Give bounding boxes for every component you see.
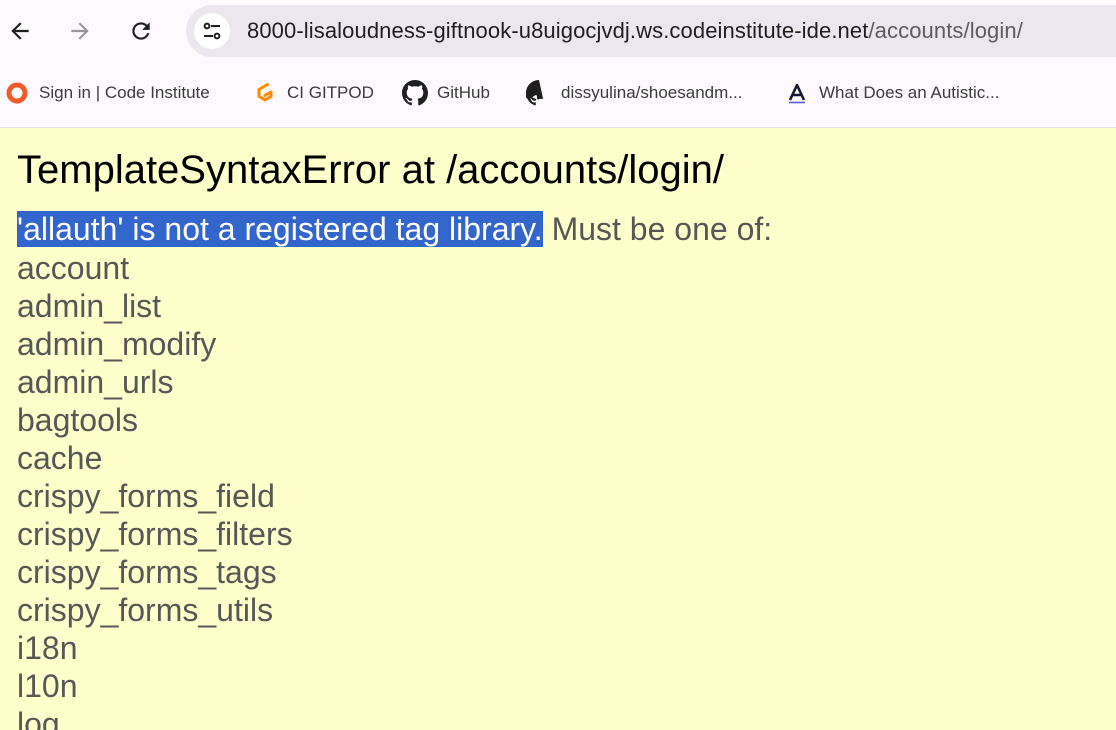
list-item: cache	[17, 440, 103, 476]
bookmark-label: GitHub	[437, 83, 490, 102]
bookmark-label: CI GITPOD	[287, 83, 374, 102]
bookmark-github[interactable]: GitHub	[402, 79, 490, 107]
browser-chrome: 8000-lisaloudness-giftnook-u8uigocjvdj.w…	[0, 0, 1116, 128]
list-item: admin_modify	[17, 326, 217, 362]
url-path: /accounts/login/	[868, 18, 1023, 43]
back-button[interactable]	[1, 12, 39, 50]
list-item: crispy_forms_utils	[17, 592, 274, 628]
bookmark-code-institute[interactable]: Sign in | Code Institute	[4, 79, 210, 107]
bookmarks-bar: Sign in | Code Institute CI GITPOD GitHu…	[0, 64, 1116, 122]
list-item: l10n	[17, 668, 78, 704]
list-item: account	[17, 250, 130, 286]
list-item: admin_list	[17, 288, 162, 324]
site-info-button[interactable]	[194, 13, 230, 49]
list-item: i18n	[17, 630, 78, 666]
error-message: 'allauth' is not a registered tag librar…	[17, 210, 772, 248]
browser-toolbar: 8000-lisaloudness-giftnook-u8uigocjvdj.w…	[0, 0, 1116, 62]
selected-text: 'allauth' is not a registered tag librar…	[17, 211, 543, 247]
bookmark-ci-gitpod[interactable]: CI GITPOD	[252, 79, 374, 107]
github-icon	[526, 80, 552, 106]
bookmark-label: dissyulina/shoesandm...	[561, 83, 743, 102]
arrow-right-icon	[71, 22, 89, 40]
code-institute-icon	[4, 80, 30, 106]
list-item: crispy_forms_filters	[17, 516, 293, 552]
list-item: bagtools	[17, 402, 138, 438]
bookmark-label: Sign in | Code Institute	[39, 83, 210, 102]
bookmark-label: What Does an Autistic...	[819, 83, 1000, 102]
tag-library-list: account admin_list admin_modify admin_urls b…	[17, 249, 293, 730]
tune-icon	[203, 22, 221, 40]
list-item: crispy_forms_tags	[17, 554, 277, 590]
list-item: admin_urls	[17, 364, 174, 400]
list-item: log	[17, 706, 60, 730]
error-message-rest: Must be one of:	[542, 211, 773, 247]
arrow-left-icon	[11, 22, 29, 40]
gitpod-icon	[252, 80, 278, 106]
url-text[interactable]: 8000-lisaloudness-giftnook-u8uigocjvdj.w…	[247, 18, 1023, 44]
bookmark-autistic[interactable]: What Does an Autistic...	[784, 79, 999, 107]
forward-button[interactable]	[61, 12, 99, 50]
reload-icon	[132, 22, 150, 40]
address-bar[interactable]: 8000-lisaloudness-giftnook-u8uigocjvdj.w…	[186, 5, 1116, 57]
github-icon	[402, 80, 428, 106]
error-page: TemplateSyntaxError at /accounts/login/ …	[0, 128, 1116, 730]
reload-button[interactable]	[122, 12, 160, 50]
list-item: crispy_forms_field	[17, 478, 275, 514]
bookmark-shoesandm[interactable]: dissyulina/shoesandm...	[526, 79, 742, 107]
a-letter-icon	[784, 80, 810, 106]
url-host: 8000-lisaloudness-giftnook-u8uigocjvdj.w…	[247, 18, 869, 43]
page-title: TemplateSyntaxError at /accounts/login/	[17, 148, 725, 192]
